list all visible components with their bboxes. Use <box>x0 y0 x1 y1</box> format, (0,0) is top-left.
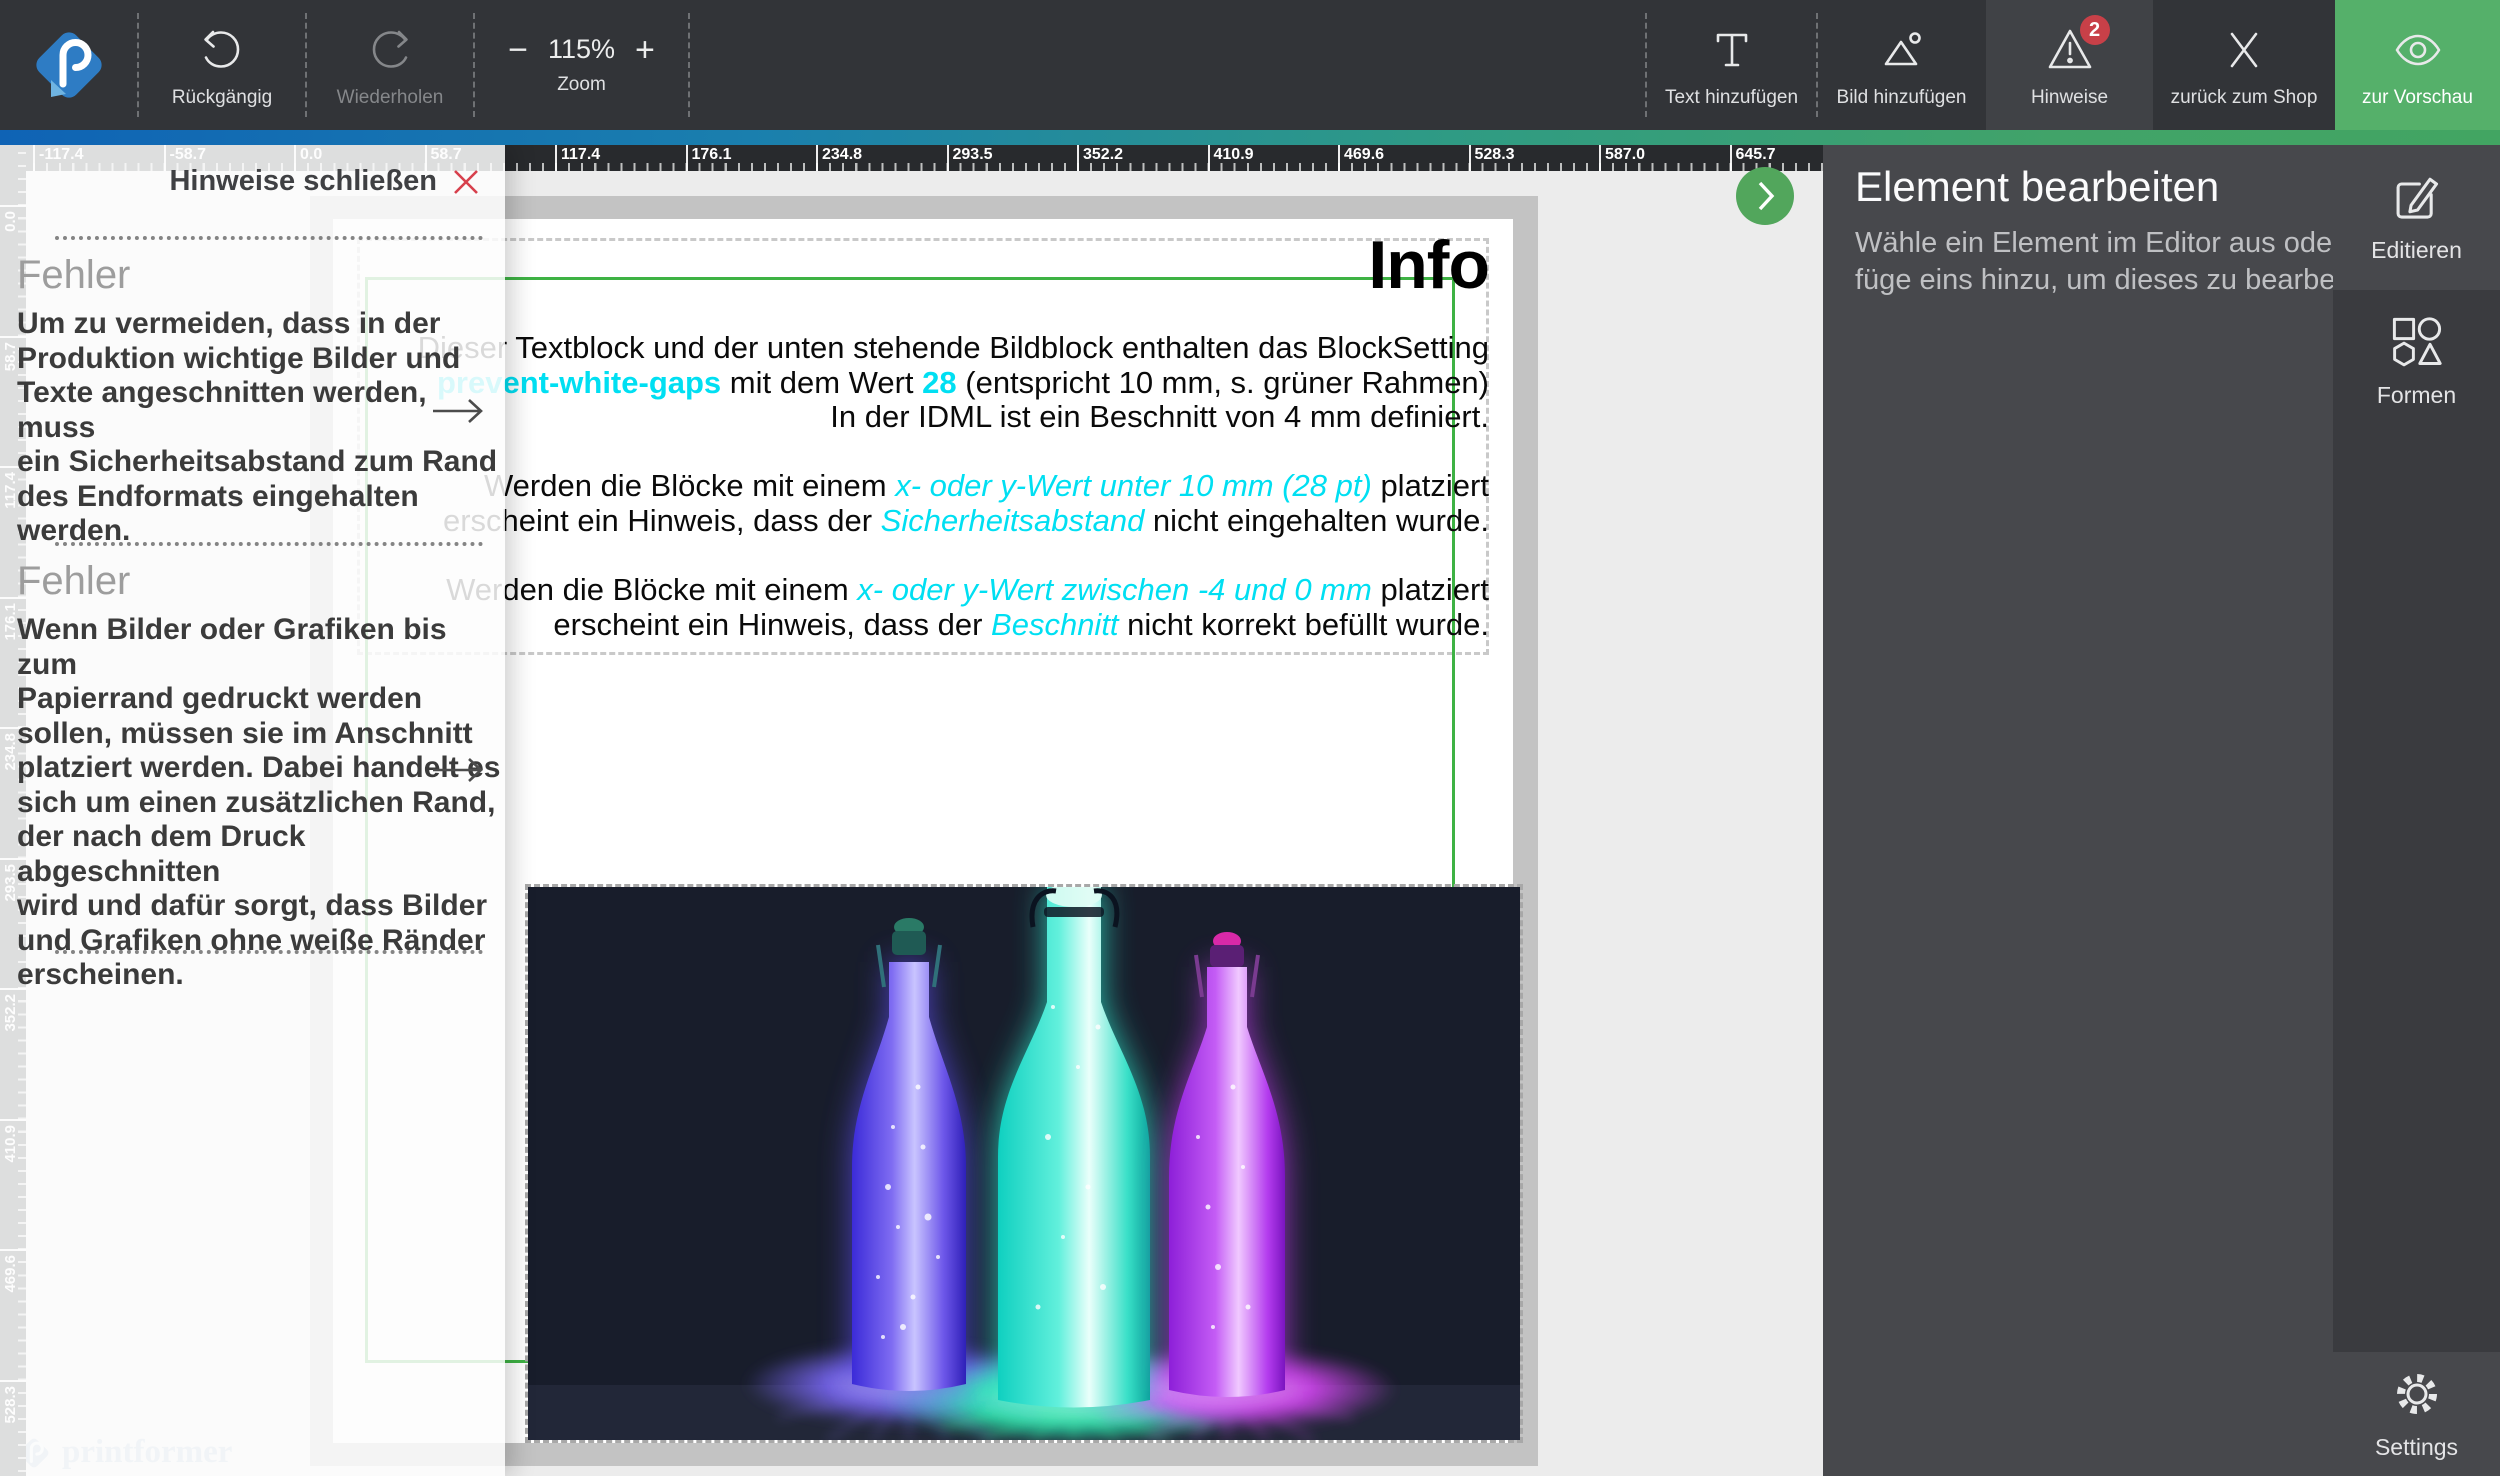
image-icon <box>1879 22 1925 78</box>
redo-button[interactable]: Wiederholen <box>306 0 474 130</box>
next-page-button[interactable] <box>1736 167 1794 225</box>
back-to-shop-label: zurück zum Shop <box>2171 87 2318 109</box>
shapes-icon <box>2391 316 2443 368</box>
zoom-label: Zoom <box>557 74 606 96</box>
goto-error-button[interactable] <box>430 397 486 430</box>
tab-editieren[interactable]: Editieren <box>2333 145 2500 290</box>
chevron-right-icon <box>1736 167 1794 225</box>
zoom-out-button[interactable]: − <box>508 35 528 65</box>
close-hints-button[interactable]: Hinweise schließen <box>169 165 481 198</box>
add-image-label: Bild hinzufügen <box>1837 87 1967 109</box>
arrow-right-icon <box>430 756 486 784</box>
hints-label: Hinweise <box>2031 87 2108 109</box>
redo-label: Wiederholen <box>337 87 444 109</box>
hints-badge: 2 <box>2080 15 2110 45</box>
hints-button[interactable]: Hinweise 2 <box>1986 0 2153 130</box>
add-image-button[interactable]: Bild hinzufügen <box>1817 0 1986 130</box>
edit-panel-description: Wähle ein Element im Editor aus oderfüge… <box>1855 225 2390 299</box>
error-title: Fehler <box>17 253 130 298</box>
text-icon <box>1710 22 1754 78</box>
undo-label: Rückgängig <box>172 87 272 109</box>
printformer-logo <box>28 24 110 111</box>
divider <box>55 542 483 546</box>
close-hints-label: Hinweise schließen <box>169 165 437 198</box>
preview-label: zur Vorschau <box>2362 87 2473 109</box>
divider <box>55 950 483 954</box>
zoom-value: 115% <box>548 34 615 65</box>
gear-icon <box>2391 1368 2443 1420</box>
eye-icon <box>2393 22 2443 78</box>
error-title: Fehler <box>17 559 130 604</box>
add-text-label: Text hinzufügen <box>1665 87 1798 109</box>
settings-label: Settings <box>2375 1434 2458 1461</box>
bottle-image-block[interactable] <box>528 887 1520 1440</box>
hints-panel: Hinweise schließen Fehler Um zu vermeide… <box>0 145 505 1476</box>
progress-gradient-bar <box>0 130 2500 145</box>
edit-pencil-icon <box>2391 171 2443 223</box>
edit-panel: Element bearbeiten Wähle ein Element im … <box>1823 145 2500 1476</box>
close-icon <box>451 167 481 197</box>
add-text-button[interactable]: Text hinzufügen <box>1646 0 1817 130</box>
top-toolbar: Rückgängig Wiederholen − 115% + Zoom Tex… <box>0 0 2500 130</box>
tab-editieren-label: Editieren <box>2371 237 2462 264</box>
zoom-control: − 115% + Zoom <box>474 0 689 130</box>
edit-panel-title: Element bearbeiten <box>1855 163 2219 211</box>
toolbar-divider <box>688 13 690 117</box>
undo-icon <box>199 22 245 78</box>
error-text: Wenn Bilder oder Grafiken bis zumPapierr… <box>17 613 505 993</box>
zoom-in-button[interactable]: + <box>635 35 655 65</box>
divider <box>55 236 483 240</box>
goto-error-button[interactable] <box>430 756 486 789</box>
undo-button[interactable]: Rückgängig <box>138 0 306 130</box>
close-x-icon <box>2224 22 2264 78</box>
edit-panel-rail: Editieren Formen Settings <box>2333 145 2500 1476</box>
tab-formen-label: Formen <box>2377 382 2456 409</box>
back-to-shop-button[interactable]: zurück zum Shop <box>2153 0 2335 130</box>
arrow-right-icon <box>430 397 486 425</box>
document-text-block[interactable]: Dieser Textblock und der unten stehende … <box>365 331 1489 642</box>
redo-icon <box>367 22 413 78</box>
document-title[interactable]: Info <box>365 226 1489 304</box>
tab-formen[interactable]: Formen <box>2333 290 2500 435</box>
preview-button[interactable]: zur Vorschau <box>2335 0 2500 130</box>
settings-button[interactable]: Settings <box>2333 1352 2500 1476</box>
